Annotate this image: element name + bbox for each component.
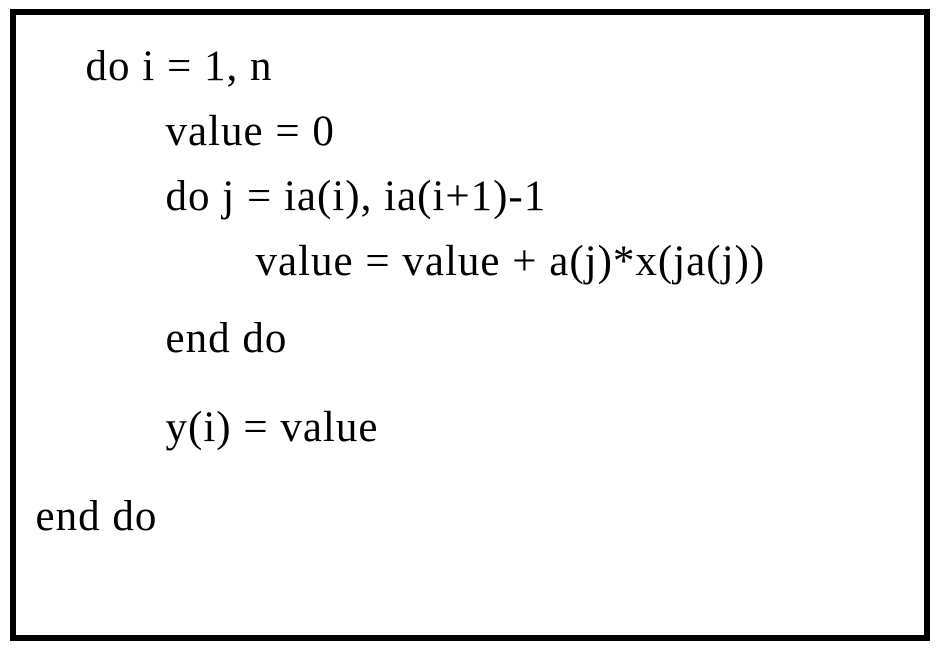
code-line-4: value = value + a(j)*x(ja(j))	[36, 240, 904, 283]
code-line-1: do i = 1, n	[36, 45, 904, 88]
code-line-6: y(i) = value	[36, 406, 904, 449]
code-line-5: end do	[36, 317, 904, 360]
code-line-2: value = 0	[36, 110, 904, 153]
code-container: do i = 1, n value = 0 do j = ia(i), ia(i…	[10, 9, 930, 641]
code-line-3: do j = ia(i), ia(i+1)-1	[36, 175, 904, 218]
code-line-7: end do	[36, 495, 904, 538]
